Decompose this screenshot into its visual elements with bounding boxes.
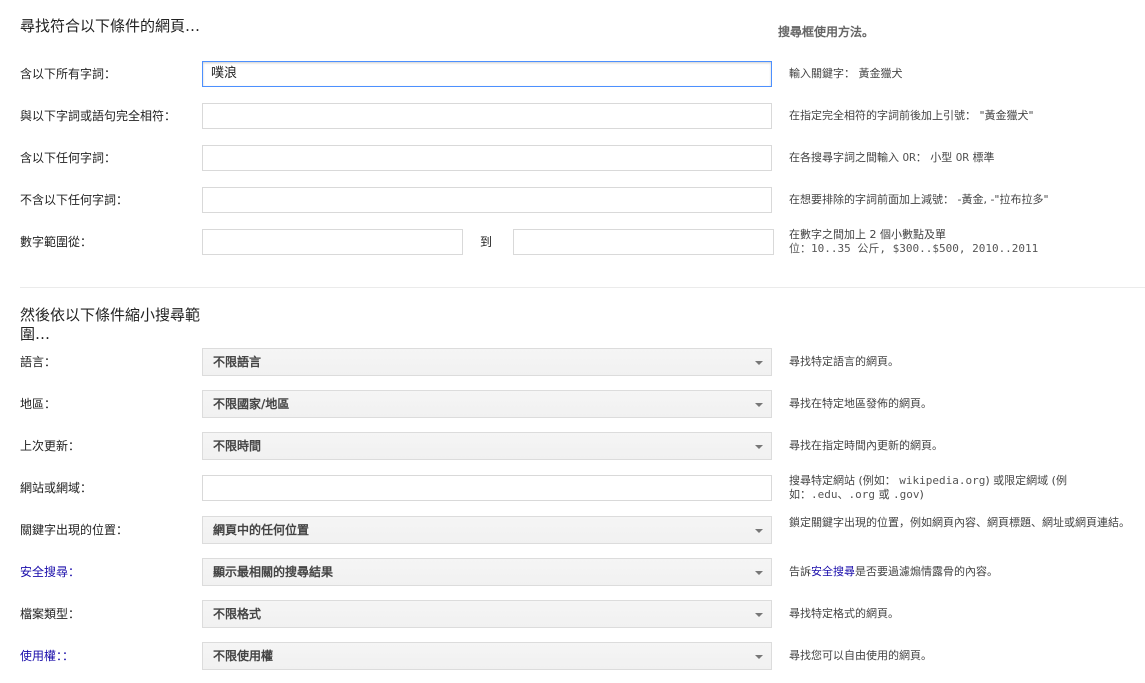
- safesearch-select[interactable]: 顯示最相關的搜尋結果: [202, 558, 772, 586]
- help-text: 告訴: [789, 565, 811, 578]
- help-text: 搜尋特定網站 (例如：: [789, 474, 900, 487]
- language-select-value: 不限語言: [213, 355, 262, 369]
- none-words-help: 在想要排除的字詞前面加上減號： -黃金, -"拉布拉多": [789, 193, 1049, 206]
- all-words-label: 含以下所有字詞：: [20, 67, 117, 81]
- advanced-search-page: 尋找符合以下條件的網頁… 搜尋框使用方法。 含以下所有字詞： 噗浪 輸入關鍵字：…: [0, 0, 1145, 683]
- any-words-input[interactable]: [202, 145, 772, 171]
- chevron-down-icon: [755, 445, 763, 449]
- chevron-down-icon: [755, 655, 763, 659]
- file-type-select-value: 不限格式: [213, 607, 262, 621]
- language-help: 尋找特定語言的網頁。: [789, 355, 899, 368]
- file-type-help: 尋找特定格式的網頁。: [789, 607, 899, 620]
- number-range-help-line1: 在數字之間加上 2 個小數點及單: [789, 228, 946, 241]
- help-code: .gov: [893, 488, 920, 501]
- help-text: 是否要過濾煽情露骨的內容。: [855, 565, 998, 578]
- number-range-to-label: 到: [480, 235, 493, 249]
- safesearch-help-link[interactable]: 安全搜尋: [811, 565, 855, 578]
- help-code: .edu: [811, 488, 838, 501]
- number-range-to-input[interactable]: [513, 229, 774, 255]
- any-words-help-post: 標準: [969, 151, 995, 164]
- number-range-label: 數字範圍從：: [20, 235, 93, 249]
- help-code: wikipedia.org: [899, 474, 986, 487]
- help-code: .org: [848, 488, 876, 501]
- help-text: 、: [837, 488, 849, 501]
- help-text: ) 或限定網域 (例: [985, 474, 1067, 487]
- chevron-down-icon: [755, 571, 763, 575]
- usage-rights-select[interactable]: 不限使用權: [202, 642, 772, 670]
- last-update-select-value: 不限時間: [213, 439, 262, 453]
- none-words-input[interactable]: [202, 187, 772, 213]
- site-domain-input[interactable]: [202, 475, 772, 501]
- safesearch-help: 告訴安全搜尋是否要過濾煽情露骨的內容。: [789, 565, 1139, 579]
- chevron-down-icon: [755, 529, 763, 533]
- safesearch-link[interactable]: 安全搜尋：: [20, 558, 80, 586]
- search-box-help-title: 搜尋框使用方法。: [778, 25, 875, 39]
- all-words-input[interactable]: 噗浪: [202, 61, 772, 87]
- section-divider: [20, 287, 1145, 288]
- language-label: 語言：: [20, 355, 57, 369]
- file-type-label: 檔案類型：: [20, 607, 81, 621]
- help-text: ): [919, 488, 924, 501]
- term-position-select[interactable]: 網頁中的任何位置: [202, 516, 772, 544]
- region-select-value: 不限國家/地區: [213, 397, 290, 411]
- term-position-help: 鎖定關鍵字出現的位置，例如網頁內容、網頁標題、網址或網頁連結。: [789, 516, 1130, 529]
- site-domain-help-line1: 搜尋特定網站 (例如： wikipedia.org) 或限定網域 (例: [789, 474, 1139, 488]
- region-help: 尋找在特定地區發佈的網頁。: [789, 397, 932, 410]
- exact-phrase-label: 與以下字詞或語句完全相符：: [20, 109, 177, 123]
- term-position-select-value: 網頁中的任何位置: [213, 523, 310, 537]
- or-keyword-1: OR: [902, 151, 916, 164]
- language-select[interactable]: 不限語言: [202, 348, 772, 376]
- chevron-down-icon: [755, 403, 763, 407]
- any-words-label: 含以下任何字詞：: [20, 151, 117, 165]
- help-text: 或: [875, 488, 893, 501]
- site-domain-label: 網站或網域：: [20, 481, 93, 495]
- file-type-select[interactable]: 不限格式: [202, 600, 772, 628]
- site-domain-help-line2: 如：.edu、.org 或 .gov): [789, 488, 1139, 502]
- safesearch-select-value: 顯示最相關的搜尋結果: [213, 565, 334, 579]
- find-section-title: 尋找符合以下條件的網頁…: [20, 17, 201, 35]
- exact-phrase-input[interactable]: [202, 103, 772, 129]
- number-range-from-input[interactable]: [202, 229, 463, 255]
- usage-rights-link[interactable]: 使用權：：: [20, 642, 74, 670]
- all-words-help: 輸入關鍵字： 黃金獵犬: [789, 67, 903, 80]
- usage-rights-select-value: 不限使用權: [213, 649, 274, 663]
- usage-rights-help: 尋找您可以自由使用的網頁。: [789, 649, 932, 662]
- exact-phrase-help: 在指定完全相符的字詞前後加上引號： "黃金獵犬": [789, 109, 1034, 122]
- any-words-help-pre: 在各搜尋字詞之間輸入: [789, 151, 903, 164]
- or-keyword-2: OR: [955, 151, 969, 164]
- region-label: 地區：: [20, 397, 57, 411]
- chevron-down-icon: [755, 361, 763, 365]
- any-words-help: 在各搜尋字詞之間輸入 OR： 小型 OR 標準: [789, 151, 1139, 165]
- region-select[interactable]: 不限國家/地區: [202, 390, 772, 418]
- none-words-label: 不含以下任何字詞：: [20, 193, 129, 207]
- last-update-select[interactable]: 不限時間: [202, 432, 772, 460]
- help-text: 如：: [789, 488, 811, 501]
- any-words-help-mid: ： 小型: [915, 151, 956, 164]
- last-update-help: 尋找在指定時間內更新的網頁。: [789, 439, 943, 452]
- last-update-label: 上次更新：: [20, 439, 81, 453]
- term-position-label: 關鍵字出現的位置：: [20, 523, 129, 537]
- chevron-down-icon: [755, 613, 763, 617]
- narrow-section-title: 然後依以下條件縮小搜尋範圍…: [20, 306, 201, 343]
- site-domain-help: 搜尋特定網站 (例如： wikipedia.org) 或限定網域 (例 如：.e…: [789, 474, 1139, 502]
- number-range-help: 在數字之間加上 2 個小數點及單 位：10..35 公斤, $300..$500…: [789, 228, 1139, 256]
- number-range-help-line2: 位：10..35 公斤, $300..$500, 2010..2011: [789, 242, 1039, 255]
